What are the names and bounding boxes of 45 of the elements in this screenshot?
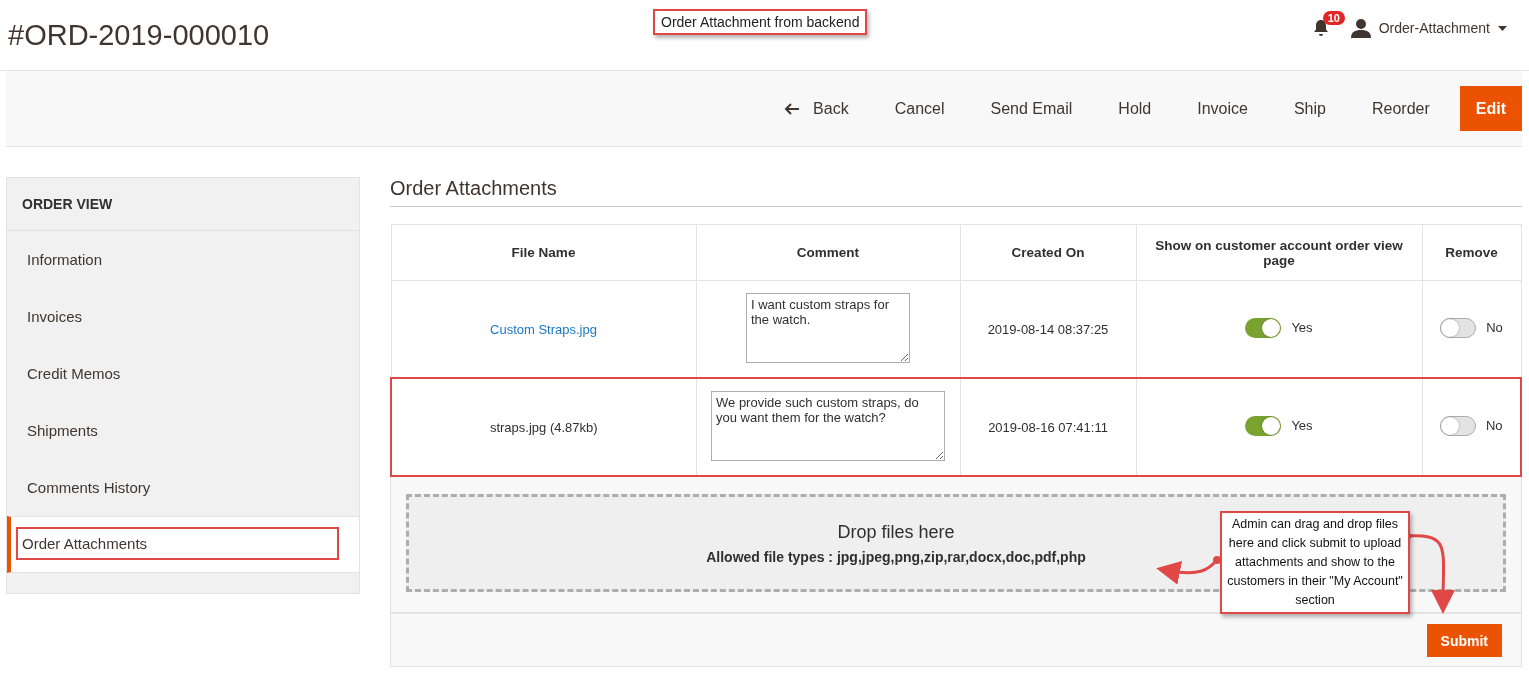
action-button[interactable]: Invoice (1174, 91, 1271, 126)
toggle-switch[interactable] (1245, 415, 1282, 436)
action-button[interactable]: Hold (1095, 91, 1175, 126)
toggle-label: No (1486, 320, 1503, 335)
toggle-label: Yes (1291, 418, 1313, 433)
action-button[interactable]: Send Email (967, 91, 1096, 126)
action-button[interactable]: Cancel (871, 91, 968, 126)
action-button[interactable]: Reorder (1348, 91, 1453, 126)
sidebar-item[interactable]: Comments History (7, 459, 359, 516)
column-header: Remove (1422, 224, 1521, 281)
notification-badge: 10 (1322, 11, 1345, 25)
comment-field[interactable]: We provide such custom straps, do you want them for the watch? (711, 390, 945, 461)
toggle-switch[interactable] (1439, 415, 1476, 436)
section-title: Order Attachments (390, 177, 1522, 207)
submit-button[interactable]: Submit (1426, 624, 1502, 657)
user-menu[interactable]: Order-Attachment (1350, 18, 1507, 38)
drop-zone-title: Drop files here (837, 521, 955, 543)
toggle-switch[interactable] (1245, 317, 1282, 338)
sidebar-item[interactable]: Information (7, 231, 359, 288)
annotation-arrow (1156, 556, 1221, 585)
annotation-note: Order Attachment from backend (653, 9, 868, 35)
toggle-label: No (1485, 418, 1503, 433)
toggle-switch[interactable] (1440, 317, 1477, 338)
column-header: Comment (696, 224, 960, 281)
allowed-types-text: Allowed file types : jpg,jpeg,png,zip,rar,docx,doc,pdf,php (706, 548, 1086, 565)
back-arrow-icon (784, 102, 800, 115)
sidebar-item[interactable]: Shipments (7, 402, 359, 459)
caret-icon (1498, 25, 1507, 31)
comment-field[interactable]: I want custom straps for the watch. (746, 292, 910, 363)
sidebar-item[interactable]: Credit Memos (7, 345, 359, 402)
page-title: #ORD-2019-000010 (8, 18, 270, 52)
sidebar-item[interactable]: Invoices (7, 288, 359, 345)
file-link[interactable]: Custom Straps.jpg (490, 321, 597, 337)
user-icon (1350, 18, 1371, 38)
column-header: File Name (391, 224, 696, 281)
column-header: Show on customer account order view page (1136, 224, 1422, 281)
action-button[interactable]: Ship (1270, 91, 1349, 126)
file-name: straps.jpg (4.87kb) (489, 419, 598, 435)
edit-button[interactable]: Edit (1459, 86, 1522, 131)
bell-icon[interactable] (1312, 19, 1329, 37)
toggle-label: Yes (1291, 320, 1313, 335)
sidebar-item[interactable]: Order Attachments (7, 516, 359, 573)
annotation-tooltip: Admin can drag and drop files here and click submit to upload attachments and show to the customers in their "My Account" section (1220, 511, 1410, 614)
column-header: Created On (960, 224, 1136, 281)
back-button[interactable]: Back (761, 91, 872, 126)
